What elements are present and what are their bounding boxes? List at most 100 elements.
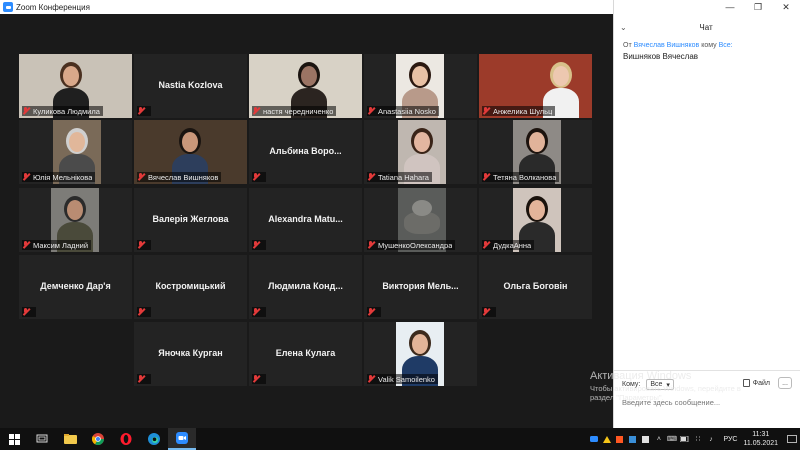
participant-tile[interactable]: Ольга Боговін xyxy=(479,255,592,319)
participant-label: МушенкоОлександра xyxy=(367,240,456,250)
maximize-icon[interactable]: ❐ xyxy=(744,0,772,14)
participant-label: Тетяна Волканова xyxy=(482,172,560,182)
chat-file-label: Файл xyxy=(752,379,770,387)
chat-divider xyxy=(614,370,800,371)
message-sender[interactable]: Вячеслав Вишняков xyxy=(634,42,700,49)
mic-muted-icon xyxy=(252,107,260,115)
participant-tile[interactable]: Максим Ладний xyxy=(19,188,132,252)
participant-name: Вячеслав Вишняков xyxy=(148,172,219,182)
security-icon[interactable] xyxy=(640,428,651,450)
participant-label: Вячеслав Вишняков xyxy=(137,172,222,182)
zoom-tray-icon[interactable] xyxy=(588,428,599,450)
zoom-taskbar-icon[interactable] xyxy=(168,428,196,450)
participant-tile[interactable]: Елена Кулага xyxy=(249,322,362,386)
participant-label: Anastasiia Nosko xyxy=(367,106,439,116)
chat-panel: — ❐ ✕ ⌄ Чат От Вячеслав Вишняков кому Вс… xyxy=(613,0,800,428)
task-view-icon[interactable] xyxy=(28,428,56,450)
wifi-icon[interactable]: ∷ xyxy=(692,428,703,450)
close-icon[interactable]: ✕ xyxy=(772,0,800,14)
participant-label xyxy=(252,172,266,182)
participant-tile[interactable]: Куликова Людмила xyxy=(19,54,132,118)
chevron-down-icon[interactable]: ⌄ xyxy=(620,23,634,32)
chat-more-button[interactable]: ... xyxy=(778,377,792,389)
participant-name: Куликова Людмила xyxy=(33,106,100,116)
mic-muted-icon xyxy=(367,241,375,249)
mic-muted-icon xyxy=(367,375,375,383)
chat-recipient-value: Все xyxy=(650,381,663,388)
mic-muted-icon xyxy=(367,173,375,181)
participant-tile[interactable]: Anastasiia Nosko xyxy=(364,54,477,118)
chat-recipient-select[interactable]: Все ▾ xyxy=(646,379,674,390)
chat-message-input[interactable] xyxy=(622,396,792,408)
participant-label xyxy=(482,307,496,317)
participant-tile[interactable]: Вячеслав Вишняков xyxy=(134,120,247,184)
mic-muted-icon xyxy=(22,173,30,181)
participant-tile[interactable]: Tatiana Hahara xyxy=(364,120,477,184)
participant-name: ДудкаАнна xyxy=(493,240,532,250)
participant-name-center: Alexandra Matu... xyxy=(268,214,343,224)
keyboard-icon[interactable]: ⌨ xyxy=(666,428,677,450)
window-controls: — ❐ ✕ xyxy=(716,0,800,14)
app-tray-icon[interactable] xyxy=(614,428,625,450)
participant-name-center: Демченко Дар'я xyxy=(40,281,111,291)
opera-icon[interactable] xyxy=(112,428,140,450)
participant-tile[interactable]: Valik Samoilenko xyxy=(364,322,477,386)
edge-icon[interactable] xyxy=(140,428,168,450)
chat-message-text: Вишняков Вячеслав xyxy=(623,52,699,61)
participant-name-center: Ольга Боговін xyxy=(503,281,568,291)
participant-tile[interactable]: Анжелика Шульц xyxy=(479,54,592,118)
participant-tile[interactable]: Яночка Курган xyxy=(134,322,247,386)
warning-icon[interactable] xyxy=(601,428,612,450)
battery-icon[interactable] xyxy=(679,428,690,450)
participant-label xyxy=(252,240,266,250)
participant-label: Куликова Людмила xyxy=(22,106,103,116)
participant-label: Анжелика Шульц xyxy=(482,106,556,116)
chevron-up-icon[interactable]: ˄ xyxy=(653,428,664,450)
participant-name: Юлія Мельнікова xyxy=(33,172,93,182)
message-recipient: Все: xyxy=(718,42,733,49)
participant-tile[interactable]: Юлія Мельнікова xyxy=(19,120,132,184)
file-icon xyxy=(742,379,750,387)
notification-icon[interactable] xyxy=(784,428,800,450)
language-indicator[interactable]: РУС xyxy=(723,436,737,443)
clock-time: 11:31 xyxy=(752,431,770,438)
participant-tile[interactable]: Alexandra Matu... xyxy=(249,188,362,252)
minimize-icon[interactable]: — xyxy=(716,0,744,14)
participant-tile[interactable]: настя чередниченко xyxy=(249,54,362,118)
message-from-prefix: От xyxy=(623,42,632,49)
screen: Zoom Конференция Куликова Людмила Nastia … xyxy=(0,0,800,450)
chrome-icon[interactable] xyxy=(84,428,112,450)
participant-name: Valik Samoilenko xyxy=(378,374,435,384)
participant-name-center: Людмила Конд... xyxy=(268,281,343,291)
mic-muted-icon xyxy=(367,308,375,316)
participant-tile[interactable]: Костромицький xyxy=(134,255,247,319)
participant-tile[interactable]: Альбина Воро... xyxy=(249,120,362,184)
participant-tile[interactable]: Nastia Kozlova xyxy=(134,54,247,118)
flag-icon[interactable] xyxy=(627,428,638,450)
participant-tile[interactable]: МушенкоОлександра xyxy=(364,188,477,252)
participant-tile[interactable]: ДудкаАнна xyxy=(479,188,592,252)
participant-tile[interactable]: Валерія Жеглова xyxy=(134,188,247,252)
participant-tile[interactable]: Демченко Дар'я xyxy=(19,255,132,319)
mic-muted-icon xyxy=(137,375,145,383)
volume-icon[interactable]: ♪ xyxy=(705,428,716,450)
participant-name-center: Яночка Курган xyxy=(158,348,223,358)
chat-file-button[interactable]: Файл xyxy=(742,379,770,387)
participant-tile[interactable]: Тетяна Волканова xyxy=(479,120,592,184)
chat-recipient-row: Кому: Все ▾ xyxy=(622,379,674,390)
participant-name-center: Костромицький xyxy=(155,281,226,291)
participant-name-center: Nastia Kozlova xyxy=(158,80,223,90)
participant-label xyxy=(137,374,151,384)
participant-label xyxy=(252,374,266,384)
participant-name: Максим Ладний xyxy=(33,240,89,250)
participant-tile[interactable]: Виктория Мель... xyxy=(364,255,477,319)
participant-tile[interactable]: Людмила Конд... xyxy=(249,255,362,319)
participant-name: Тетяна Волканова xyxy=(493,172,557,182)
clock[interactable]: 11:31 11.05.2021 xyxy=(743,430,778,448)
mic-muted-icon xyxy=(367,107,375,115)
participant-label xyxy=(252,307,266,317)
system-tray: ˄ ⌨ ∷ ♪ РУС 11:31 11.05.2021 xyxy=(587,428,800,450)
windows-start-icon[interactable] xyxy=(0,428,28,450)
file-explorer-icon[interactable] xyxy=(56,428,84,450)
mic-muted-icon xyxy=(482,241,490,249)
